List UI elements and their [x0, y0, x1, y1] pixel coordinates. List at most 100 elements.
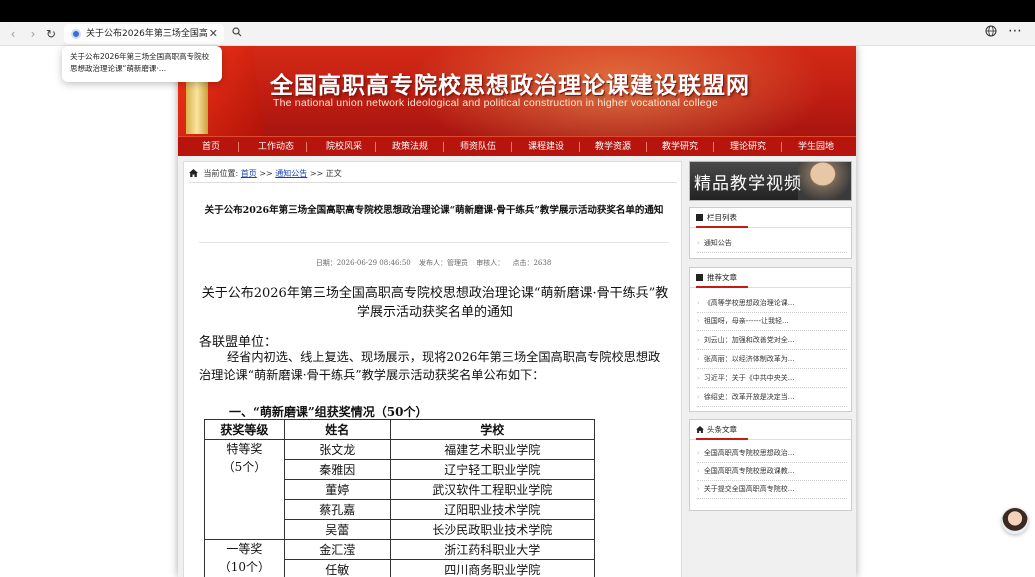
list-item[interactable]: 全国高职高专院校思政课教... — [697, 463, 847, 481]
table-header: 学校 — [389, 419, 596, 440]
nav-item-theory[interactable]: 理论研究 — [724, 137, 772, 157]
list-item[interactable]: 祖国呀，母亲------让我轻... — [697, 313, 847, 331]
square-bullet-icon — [696, 274, 703, 281]
breadcrumb-section-link[interactable]: 通知公告 — [275, 169, 307, 178]
chevron-right-icon[interactable]: › — [24, 25, 42, 43]
nav-separator — [306, 142, 307, 152]
globe-icon[interactable] — [985, 25, 997, 40]
home-icon — [696, 426, 704, 433]
grade-label: 特等奖 — [226, 442, 263, 456]
nav-item-courses[interactable]: 课程建设 — [522, 137, 570, 157]
content-title: 关于公布2026年第三场全国高职高专院校思想政治理论课“萌新磨课·骨干练兵”教学… — [201, 286, 669, 320]
winner-school: 武汉软件工程职业学院 — [389, 479, 596, 500]
table-header-row: 获奖等级 姓名 学校 — [204, 419, 596, 440]
table-row: 一等奖 （10个） 金汇滢 浙江药科职业大学 — [204, 539, 596, 577]
grade-cell: 一等奖 （10个） — [204, 539, 285, 577]
winner-name: 任敏 — [283, 559, 391, 577]
body-paragraph: 经省内初选、线上复选、现场展示，现将2026年第三场全国高职高专院校思想政治理论… — [199, 350, 661, 382]
heading-underline — [696, 438, 748, 440]
winner-school: 浙江药科职业大学 — [389, 539, 596, 560]
nav-item-faculty[interactable]: 师资队伍 — [454, 137, 502, 157]
nav-separator — [375, 142, 376, 152]
more-icon[interactable]: ⋯ — [1008, 23, 1023, 39]
main-nav: 首页 工作动态 院校风采 政策法规 师资队伍 课程建设 教学资源 教学研究 理论… — [178, 136, 856, 156]
nav-item-teaching-research[interactable]: 教学研究 — [656, 137, 704, 157]
list-item[interactable]: 张高丽：以经济体制改革为... — [697, 351, 847, 369]
site-title: 全国高职高专院校思想政治理论课建设联盟网 — [270, 72, 750, 99]
grade-label: 一等奖 — [226, 542, 263, 556]
nav-separator — [713, 142, 714, 152]
search-icon[interactable] — [228, 25, 246, 43]
tab-tooltip: 关于公布2026年第三场全国高职高专院校思想政治理论课“萌新磨课·… — [62, 46, 222, 82]
winner-school: 福建艺术职业学院 — [389, 439, 596, 460]
winner-name: 张文龙 — [283, 439, 391, 460]
article-publisher: 发布人：管理员 — [418, 259, 468, 267]
site-banner: ★ 全国高职高专院校思想政治理论课建设联盟网 The national unio… — [178, 46, 856, 136]
system-top-bar — [0, 0, 1035, 22]
winner-name: 蔡孔嘉 — [283, 499, 391, 520]
pillar-decoration — [186, 76, 208, 134]
heading-underline — [696, 286, 748, 288]
winner-name: 董婷 — [283, 479, 391, 500]
nav-item-resources[interactable]: 教学资源 — [589, 137, 637, 157]
breadcrumb-prefix: 当前位置: — [203, 169, 239, 178]
box-heading-label: 推荐文章 — [707, 273, 737, 282]
page-viewport: ★ 全国高职高专院校思想政治理论课建设联盟网 The national unio… — [0, 46, 1035, 577]
nav-separator — [781, 142, 782, 152]
column-list-box: 栏目列表 通知公告 — [689, 207, 852, 259]
article-reviewer: 审核人： — [476, 259, 505, 267]
close-icon[interactable]: ✕ — [209, 24, 218, 44]
nav-separator — [443, 142, 444, 152]
breadcrumb-separator: >> — [259, 169, 273, 178]
article-title: 关于公布2026年第三场全国高职高专院校思想政治理论课“萌新磨课·骨干练兵”教学… — [204, 205, 664, 216]
video-banner-label: 精品教学视频 — [694, 174, 802, 194]
list-item[interactable]: 通知公告 — [697, 235, 847, 253]
nav-item-students[interactable]: 学生园地 — [792, 137, 840, 157]
assistant-avatar-icon[interactable] — [1002, 508, 1028, 534]
grade-cell: 特等奖 （5个） — [204, 439, 285, 540]
list-item[interactable]: 关于提交全国高职高专院校... — [697, 481, 847, 499]
browser-tab[interactable]: 关于公布2026年第三场全国高 ✕ — [64, 24, 224, 44]
nav-item-policy[interactable]: 政策法规 — [386, 137, 434, 157]
chevron-left-icon[interactable]: ‹ — [4, 25, 22, 43]
list-item[interactable]: 习近平：关于《中共中央关... — [697, 370, 847, 388]
winner-name: 吴蕾 — [283, 519, 391, 540]
table-header: 获奖等级 — [204, 419, 285, 440]
video-banner[interactable]: 精品教学视频 — [689, 161, 852, 201]
list-item[interactable]: 徐绍史：改革开放是决定当... — [697, 389, 847, 407]
grade-count: （5个） — [222, 460, 267, 474]
recommended-box: 推荐文章 《高等学校思想政治理论课... 祖国呀，母亲------让我轻... … — [689, 267, 852, 412]
winner-school: 辽阳职业技术学院 — [389, 499, 596, 520]
nav-item-campus[interactable]: 院校风采 — [320, 137, 368, 157]
site-container: ★ 全国高职高专院校思想政治理论课建设联盟网 The national unio… — [178, 46, 856, 577]
article-clicks: 点击：2638 — [512, 259, 552, 267]
list-item[interactable]: 刘云山：加强和改善党对全... — [697, 332, 847, 350]
nav-separator — [579, 142, 580, 152]
nav-separator — [511, 142, 512, 152]
heading-underline — [696, 226, 748, 228]
table-header: 姓名 — [283, 419, 391, 440]
lecturer-image — [798, 162, 851, 200]
winner-school: 长沙民政职业技术学院 — [389, 519, 596, 540]
grade-count: （10个） — [218, 560, 271, 574]
breadcrumb-current: 正文 — [325, 169, 342, 178]
box-heading: 头条文章 — [696, 422, 737, 438]
winner-name: 秦雅因 — [283, 459, 391, 480]
list-item[interactable]: 全国高职高专院校思想政治... — [697, 445, 847, 463]
divider — [189, 182, 677, 183]
box-heading: 栏目列表 — [696, 210, 737, 226]
breadcrumb: 当前位置: 首页 >> 通知公告 >> 正文 — [189, 166, 342, 182]
browser-tab-strip: ‹ › ↻ 关于公布2026年第三场全国高 ✕ ⋯ — [0, 22, 1035, 46]
list-item[interactable]: 《高等学校思想政治理论课... — [697, 295, 847, 313]
winner-name: 金汇滢 — [283, 539, 391, 560]
awards-table: 获奖等级 姓名 学校 特等奖 （5个） 张文龙 福建艺术职业学院 秦雅因 辽宁轻… — [204, 419, 596, 577]
breadcrumb-home-link[interactable]: 首页 — [241, 169, 257, 178]
nav-item-home[interactable]: 首页 — [192, 137, 230, 157]
nav-item-work-news[interactable]: 工作动态 — [252, 137, 300, 157]
table-row: 特等奖 （5个） 张文龙 福建艺术职业学院 — [204, 439, 596, 540]
square-bullet-icon — [696, 214, 703, 221]
box-heading-label: 头条文章 — [707, 425, 737, 434]
reload-icon[interactable]: ↻ — [42, 25, 60, 43]
nav-separator — [646, 142, 647, 152]
headlines-box: 头条文章 全国高职高专院校思想政治... 全国高职高专院校思政课教... 关于提… — [689, 419, 852, 511]
